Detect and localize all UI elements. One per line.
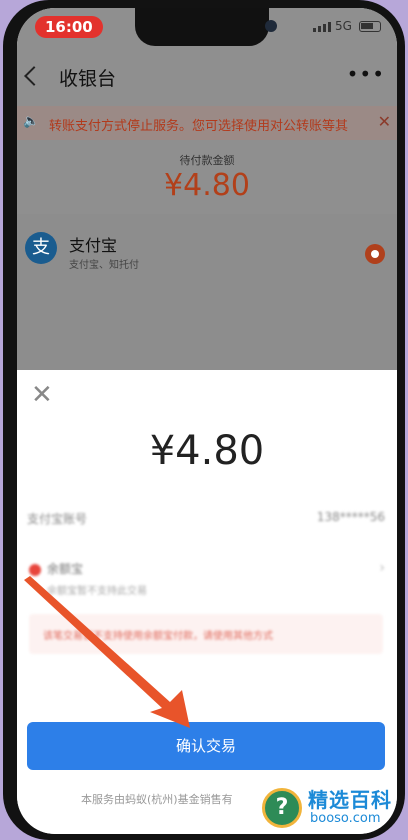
annotation-arrow: [24, 576, 190, 728]
arrow-shape: [24, 576, 190, 728]
watermark-title: 精选百科: [308, 788, 392, 812]
watermark-logo: ?: [262, 788, 302, 828]
watermark-url: booso.com: [310, 811, 381, 826]
watermark: ? 精选百科 booso.com: [262, 784, 404, 834]
